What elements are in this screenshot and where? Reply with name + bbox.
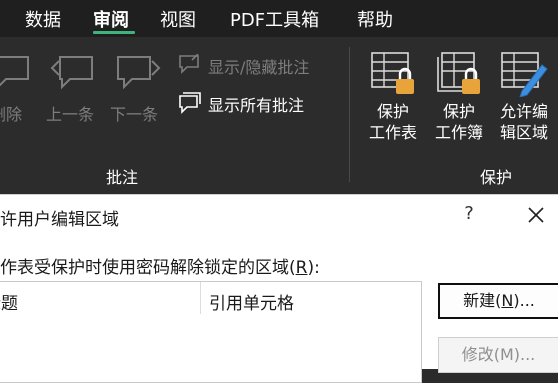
tab-help[interactable]: 帮助 (357, 6, 393, 32)
show-all-comments-button[interactable]: 显示所有批注 (208, 92, 304, 116)
allow-edit-ranges-dialog: 允许用户编辑区域 ? 工作表受保护时使用密码解除锁定的区域(R): 标题 引用单… (0, 194, 558, 383)
protect-sheet-label-line2: 工作表 (368, 123, 417, 142)
column-header-refers-to[interactable]: 引用单元格 (209, 289, 294, 314)
ranges-description: 工作表受保护时使用密码解除锁定的区域(R): (0, 258, 320, 278)
protect-workbook-label-line1: 保护 (442, 102, 475, 121)
allow-edit-ranges-label-line2: 辑区域 (499, 123, 548, 142)
column-divider (200, 282, 201, 314)
show-all-comments-icon (179, 92, 201, 114)
dialog-title: 允许用户编辑区域 (0, 210, 119, 230)
next-comment-button[interactable]: 下一条 (110, 101, 158, 125)
tab-view[interactable]: 视图 (160, 6, 196, 32)
new-button[interactable]: 新建(N)... (438, 283, 558, 319)
previous-comment-button[interactable]: 上一条 (46, 101, 94, 125)
show-hide-comment-icon (179, 54, 199, 74)
comments-group-label: 批注 (106, 168, 139, 187)
protect-group-label: 保护 (480, 168, 513, 187)
column-header-title[interactable]: 标题 (0, 289, 18, 314)
delete-comment-button[interactable]: 删除 (0, 101, 22, 125)
close-icon[interactable] (524, 203, 548, 227)
ribbon-panel: 删除 上一条 下一条 显示/隐藏批注 显示所有批注 批注 (0, 37, 558, 194)
allow-edit-ranges-button[interactable]: 允许编 辑区域 (491, 101, 557, 143)
allow-edit-ranges-label-line1: 允许编 (499, 102, 548, 121)
help-button[interactable]: ? (458, 203, 480, 225)
allow-edit-ranges-icon (501, 52, 548, 97)
protect-workbook-button[interactable]: 保护 工作簿 (427, 101, 491, 143)
protect-sheet-button[interactable]: 保护 工作表 (361, 101, 425, 143)
active-tab-indicator (93, 31, 135, 34)
previous-comment-icon (50, 56, 93, 90)
protect-workbook-label-line2: 工作簿 (434, 123, 483, 142)
protect-sheet-icon (371, 52, 414, 94)
group-separator (349, 47, 350, 182)
tab-data[interactable]: 数据 (25, 6, 61, 32)
delete-comment-icon (0, 56, 29, 87)
next-comment-icon (117, 56, 161, 90)
protect-workbook-icon (437, 52, 480, 94)
tab-pdf-toolbox[interactable]: PDF工具箱 (230, 6, 319, 32)
tab-review[interactable]: 审阅 (93, 6, 129, 32)
ribbon-tab-bar: 数据 审阅 视图 PDF工具箱 帮助 (0, 0, 558, 37)
protect-sheet-label-line1: 保护 (376, 102, 409, 121)
show-hide-comment-button[interactable]: 显示/隐藏批注 (208, 54, 309, 78)
